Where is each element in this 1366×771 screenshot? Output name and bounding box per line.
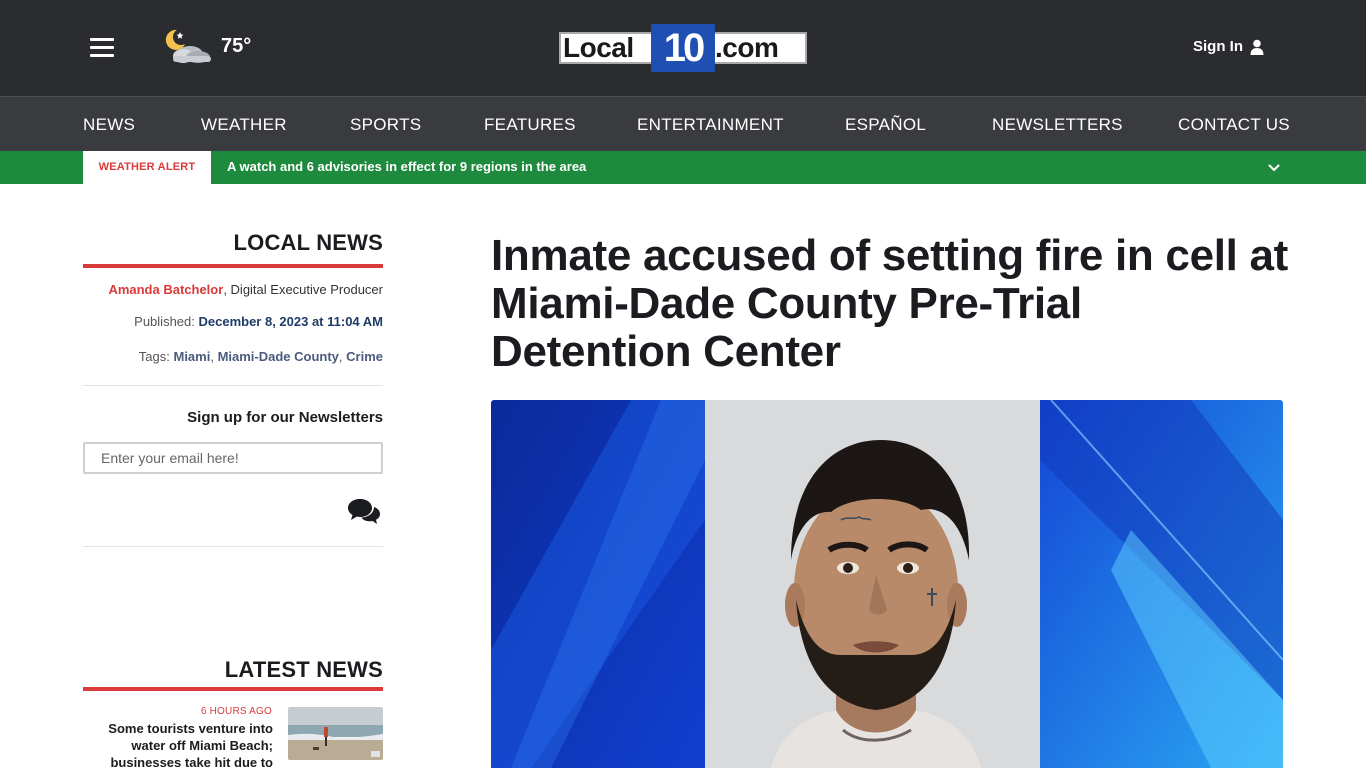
latest-news-thumbnail[interactable] (288, 707, 383, 760)
weather-alert-bar: WEATHER ALERT A watch and 6 advisories i… (0, 151, 1366, 184)
weather-temperature: 75° (221, 34, 252, 57)
sign-in-button[interactable]: Sign In (1193, 38, 1264, 55)
logo-ten-badge: 10 (651, 24, 715, 72)
top-header: 75° Local 10 .com Sign In (0, 0, 1366, 96)
newsletter-signup-title: Sign up for our Newsletters (187, 409, 383, 426)
local-news-title[interactable]: LOCAL NEWS (234, 230, 383, 256)
sidebar-divider (83, 546, 383, 547)
tag-link-miami-dade-county[interactable]: Miami-Dade County (218, 349, 339, 364)
comments-icon[interactable] (347, 497, 381, 525)
newsletter-email-input[interactable] (83, 442, 383, 474)
latest-news-rule (83, 687, 383, 691)
local-news-rule (83, 264, 383, 268)
sidebar-divider (83, 385, 383, 386)
published-label: Published: (134, 314, 199, 329)
site-logo[interactable]: Local 10 .com (559, 24, 807, 72)
nav-item-newsletters[interactable]: NEWSLETTERS (992, 115, 1123, 135)
nav-item-espanol[interactable]: ESPAÑOL (845, 115, 926, 135)
chevron-down-icon[interactable] (1267, 161, 1281, 175)
latest-news-title[interactable]: LATEST NEWS (225, 657, 383, 683)
published-date: December 8, 2023 at 11:04 AM (198, 314, 383, 329)
logo-text-local: Local (563, 32, 634, 63)
tag-link-miami[interactable]: Miami (173, 349, 210, 364)
mugshot-image (491, 400, 1283, 768)
weather-alert-tag: WEATHER ALERT (83, 151, 211, 184)
tag-link-crime[interactable]: Crime (346, 349, 383, 364)
published-info: Published: December 8, 2023 at 11:04 AM (134, 314, 383, 329)
article-headline: Inmate accused of setting fire in cell a… (491, 231, 1289, 376)
nav-item-news[interactable]: NEWS (83, 115, 135, 135)
nav-item-weather[interactable]: WEATHER (201, 115, 287, 135)
logo-ten-number: 10 (663, 26, 706, 70)
author-byline: Amanda Batchelor, Digital Executive Prod… (108, 282, 383, 297)
nav-item-features[interactable]: FEATURES (484, 115, 576, 135)
main-nav: NEWS WEATHER SPORTS FEATURES ENTERTAINME… (0, 96, 1366, 151)
article-hero-image[interactable] (491, 400, 1283, 768)
user-icon (1250, 39, 1264, 55)
tags-label: Tags: (138, 349, 174, 364)
author-name-link[interactable]: Amanda Batchelor (108, 282, 223, 297)
nav-item-contact-us[interactable]: CONTACT US (1178, 115, 1290, 135)
weather-alert-text[interactable]: A watch and 6 advisories in effect for 9… (227, 159, 586, 174)
weather-widget[interactable]: 75° (163, 26, 251, 66)
logo-text-com: .com (715, 32, 779, 63)
nav-item-entertainment[interactable]: ENTERTAINMENT (637, 115, 784, 135)
night-cloudy-icon (165, 29, 211, 63)
author-role: , Digital Executive Producer (223, 282, 383, 297)
beach-thumbnail-image (288, 707, 383, 760)
latest-news-time: 6 HOURS AGO (200, 706, 272, 717)
latest-news-headline[interactable]: Some tourists venture into water off Mia… (93, 720, 273, 771)
sign-in-label: Sign In (1193, 38, 1243, 55)
nav-item-sports[interactable]: SPORTS (350, 115, 421, 135)
menu-icon[interactable] (90, 38, 114, 58)
article-tags: Tags: Miami, Miami-Dade County, Crime (138, 349, 383, 364)
